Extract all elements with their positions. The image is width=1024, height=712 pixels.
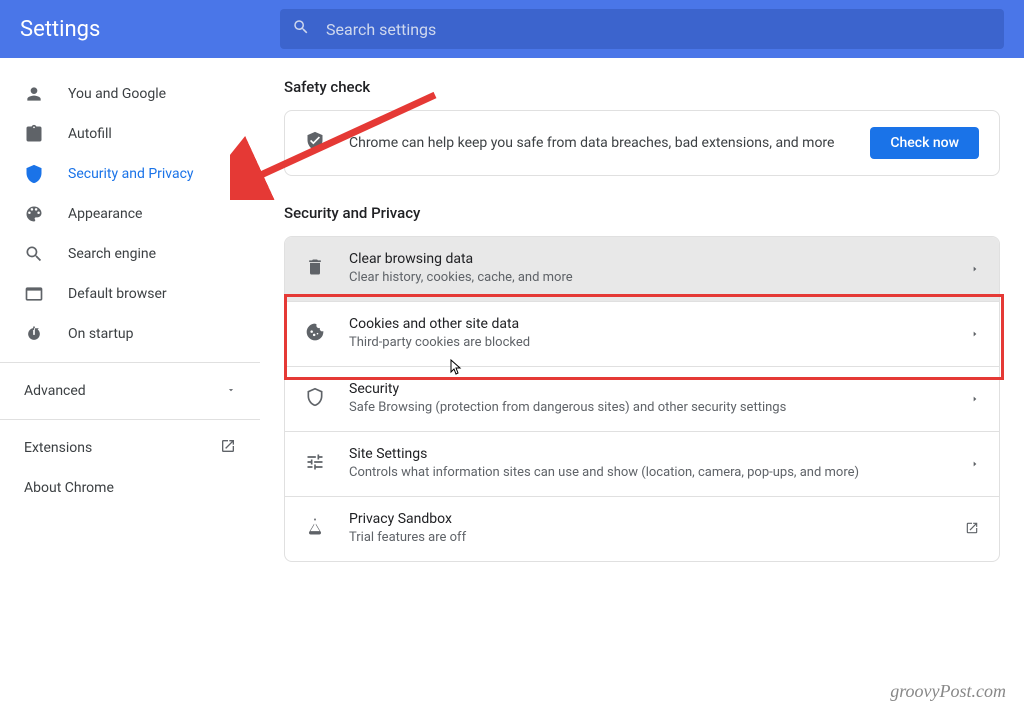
sidebar-item-label: Appearance: [68, 206, 142, 222]
chevron-right-icon: [971, 390, 979, 409]
chevron-right-icon: [971, 455, 979, 474]
safety-check-card: Chrome can help keep you safe from data …: [284, 110, 1000, 176]
search-input[interactable]: [326, 20, 992, 39]
sidebar-item-label: About Chrome: [24, 480, 114, 496]
tune-icon: [305, 452, 325, 476]
safety-check-heading: Safety check: [284, 78, 1000, 96]
row-subtitle: Clear history, cookies, cache, and more: [349, 269, 961, 287]
row-title: Cookies and other site data: [349, 316, 961, 332]
search-icon: [24, 244, 44, 264]
row-cookies[interactable]: Cookies and other site data Third-party …: [285, 302, 999, 367]
search-container[interactable]: [280, 9, 1004, 49]
row-site-settings[interactable]: Site Settings Controls what information …: [285, 432, 999, 497]
browser-icon: [24, 284, 44, 304]
power-icon: [24, 324, 44, 344]
row-subtitle: Controls what information sites can use …: [349, 464, 961, 482]
row-subtitle: Trial features are off: [349, 529, 955, 547]
row-title: Clear browsing data: [349, 251, 961, 267]
page-title: Settings: [20, 17, 280, 42]
header: Settings: [0, 0, 1024, 58]
row-privacy-sandbox[interactable]: Privacy Sandbox Trial features are off: [285, 497, 999, 561]
sidebar-item-label: Security and Privacy: [68, 166, 194, 182]
sidebar-item-on-startup[interactable]: On startup: [0, 314, 260, 354]
sidebar-item-label: Default browser: [68, 286, 167, 302]
sidebar-item-label: Extensions: [24, 440, 92, 456]
row-title: Security: [349, 381, 961, 397]
shield-check-icon: [305, 131, 325, 155]
sidebar-item-autofill[interactable]: Autofill: [0, 114, 260, 154]
sidebar: You and Google Autofill Security and Pri…: [0, 58, 260, 712]
shield-icon: [24, 164, 44, 184]
chevron-right-icon: [971, 325, 979, 344]
row-subtitle: Safe Browsing (protection from dangerous…: [349, 399, 961, 417]
palette-icon: [24, 204, 44, 224]
clipboard-icon: [24, 124, 44, 144]
sidebar-item-extensions[interactable]: Extensions: [0, 428, 260, 468]
sidebar-item-default-browser[interactable]: Default browser: [0, 274, 260, 314]
chevron-down-icon: [226, 383, 236, 399]
sidebar-item-advanced[interactable]: Advanced: [0, 371, 260, 411]
row-subtitle: Third-party cookies are blocked: [349, 334, 961, 352]
row-security[interactable]: Security Safe Browsing (protection from …: [285, 367, 999, 432]
cookie-icon: [305, 322, 325, 346]
external-link-icon: [965, 520, 979, 539]
external-link-icon: [220, 438, 236, 458]
divider: [0, 419, 260, 420]
sidebar-item-label: You and Google: [68, 86, 166, 102]
chevron-right-icon: [971, 260, 979, 279]
sidebar-item-security-privacy[interactable]: Security and Privacy: [0, 154, 260, 194]
safety-check-text: Chrome can help keep you safe from data …: [349, 133, 870, 153]
person-icon: [24, 84, 44, 104]
privacy-list: Clear browsing data Clear history, cooki…: [284, 236, 1000, 562]
trash-icon: [305, 257, 325, 281]
watermark: groovyPost.com: [890, 681, 1006, 702]
content: Safety check Chrome can help keep you sa…: [260, 58, 1024, 712]
sidebar-item-appearance[interactable]: Appearance: [0, 194, 260, 234]
sidebar-item-label: Search engine: [68, 246, 156, 262]
row-title: Site Settings: [349, 446, 961, 462]
divider: [0, 362, 260, 363]
security-privacy-heading: Security and Privacy: [284, 204, 1000, 222]
flask-icon: [305, 517, 325, 541]
sidebar-item-label: Autofill: [68, 126, 112, 142]
shield-outline-icon: [305, 387, 325, 411]
search-icon: [292, 18, 310, 40]
sidebar-item-about-chrome[interactable]: About Chrome: [0, 468, 260, 508]
sidebar-item-you-and-google[interactable]: You and Google: [0, 74, 260, 114]
sidebar-item-label: On startup: [68, 326, 134, 342]
check-now-button[interactable]: Check now: [870, 127, 979, 159]
sidebar-item-search-engine[interactable]: Search engine: [0, 234, 260, 274]
sidebar-item-label: Advanced: [24, 383, 86, 399]
row-clear-browsing-data[interactable]: Clear browsing data Clear history, cooki…: [285, 237, 999, 302]
row-title: Privacy Sandbox: [349, 511, 955, 527]
